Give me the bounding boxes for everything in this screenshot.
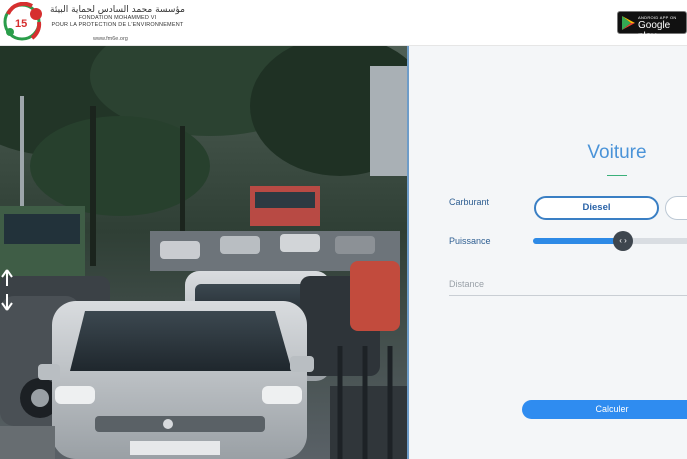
google-play-icon bbox=[622, 16, 635, 30]
chevrons-left-right-icon[interactable]: ‹ › bbox=[613, 231, 633, 251]
fm6e-logo-icon: 15 bbox=[3, 2, 42, 41]
calculer-button[interactable]: Calculer bbox=[522, 400, 687, 419]
up-down-arrows-icon[interactable] bbox=[0, 268, 14, 312]
traffic-photo bbox=[0, 46, 408, 459]
fuel-option-next[interactable] bbox=[665, 196, 687, 220]
fuel-option-diesel[interactable]: Diesel bbox=[534, 196, 659, 220]
store-badge-name: Google play bbox=[638, 20, 671, 42]
distance-input[interactable] bbox=[449, 272, 687, 296]
logo-text: مؤسسة محمد السادس لحماية البيئة FONDATIO… bbox=[50, 5, 185, 28]
logo-french-line2: POUR LA PROTECTION DE L'ENVIRONNEMENT bbox=[51, 21, 184, 28]
top-bar: 15 مؤسسة محمد السادس لحماية البيئة FONDA… bbox=[0, 0, 687, 46]
foundation-logo[interactable]: 15 مؤسسة محمد السادس لحماية البيئة FONDA… bbox=[0, 0, 190, 46]
puissance-label: Puissance bbox=[449, 236, 491, 246]
slider-fill bbox=[533, 238, 623, 244]
logo-url: www.fm6e.org bbox=[93, 36, 128, 42]
calculator-panel bbox=[409, 46, 687, 459]
traffic-photo-illustration bbox=[0, 46, 408, 459]
svg-text:15: 15 bbox=[15, 18, 27, 30]
title-underline bbox=[607, 175, 627, 176]
page-title: Voiture bbox=[587, 142, 647, 163]
puissance-slider[interactable]: ‹ › bbox=[533, 231, 687, 251]
google-play-badge[interactable]: ANDROID APP ON Google play bbox=[617, 11, 687, 42]
logo-arabic-name: مؤسسة محمد السادس لحماية البيئة bbox=[50, 5, 185, 15]
carburant-label: Carburant bbox=[449, 197, 490, 207]
